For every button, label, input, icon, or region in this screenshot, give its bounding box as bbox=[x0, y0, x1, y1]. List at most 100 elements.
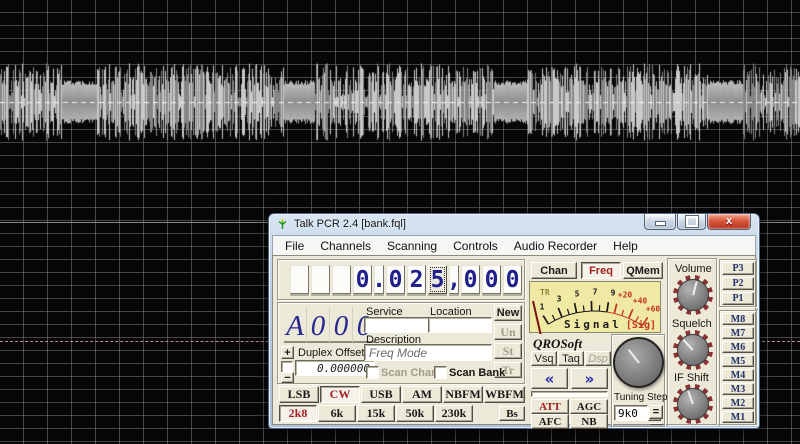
if-shift-label: IF Shift bbox=[674, 372, 709, 384]
att-toggle[interactable]: ATT bbox=[531, 399, 569, 414]
app-window: Talk PCR 2.4 [bank.fql] x File Channels … bbox=[268, 213, 760, 429]
location-input[interactable] bbox=[428, 317, 492, 333]
meter-tick-label: 7 bbox=[592, 287, 598, 297]
menu-item-channels[interactable]: Channels bbox=[312, 237, 379, 255]
duplex-plus-button[interactable]: + bbox=[281, 346, 294, 359]
channel-char: 0 bbox=[307, 307, 330, 343]
agc-toggle[interactable]: AGC bbox=[570, 399, 608, 414]
menu-item-audio-recorder[interactable]: Audio Recorder bbox=[506, 237, 605, 255]
tuning-step-select[interactable]: 9k0 bbox=[614, 405, 648, 421]
vsq-button[interactable]: Vsq bbox=[531, 351, 557, 366]
st-button[interactable]: St bbox=[494, 343, 522, 359]
menu-bar: File Channels Scanning Controls Audio Re… bbox=[272, 235, 756, 256]
p1-button[interactable]: P1 bbox=[722, 292, 754, 305]
freq-digit-cell[interactable] bbox=[290, 265, 309, 294]
mode-cw-button[interactable]: CW bbox=[320, 386, 360, 403]
waveform bbox=[0, 57, 800, 149]
p3-button[interactable]: P3 bbox=[722, 262, 754, 275]
tuning-step-label: Tuning Step bbox=[614, 392, 668, 403]
m5-button[interactable]: M5 bbox=[722, 355, 754, 367]
freq-digit-cell[interactable] bbox=[332, 265, 351, 294]
app-icon bbox=[278, 218, 287, 229]
freq-digit-cell[interactable]: 0 bbox=[461, 265, 480, 294]
meter-tick-label: +20 bbox=[617, 290, 633, 300]
scan-chan-label: Scan Chan bbox=[381, 367, 438, 379]
double-chevron-left-icon: « bbox=[544, 369, 555, 388]
close-button[interactable]: x bbox=[707, 214, 751, 230]
scan-bank-checkbox[interactable] bbox=[434, 366, 447, 379]
meter-tick-label: +60 bbox=[645, 304, 661, 314]
duplex-offset-label: Duplex Offset bbox=[298, 347, 365, 359]
channel-char: 0 bbox=[330, 307, 353, 343]
p2-button[interactable]: P2 bbox=[722, 277, 754, 290]
duplex-offset-input[interactable]: 0.000000 bbox=[295, 360, 375, 376]
m3-button[interactable]: M3 bbox=[722, 383, 754, 395]
menu-item-file[interactable]: File bbox=[277, 237, 312, 255]
dsp-button[interactable]: Dsp bbox=[585, 351, 611, 366]
squelch-knob[interactable] bbox=[673, 330, 713, 370]
filter-230k-button[interactable]: 230k bbox=[435, 405, 473, 422]
freq-separator-cell: . bbox=[372, 265, 386, 294]
minimize-button[interactable] bbox=[644, 214, 676, 230]
double-chevron-right-icon: » bbox=[584, 369, 595, 388]
frequency-display-panel: 0 . 0 2 5 , 0 0 0 bbox=[277, 259, 525, 300]
tab-chan[interactable]: Chan bbox=[531, 262, 577, 279]
new-button[interactable]: New bbox=[494, 305, 522, 321]
mode-nbfm-button[interactable]: NBFM bbox=[443, 386, 483, 403]
taq-button[interactable]: Taq bbox=[558, 351, 584, 366]
meter-corner-label: TR bbox=[540, 288, 550, 297]
maximize-button[interactable] bbox=[677, 214, 706, 230]
mode-lsb-button[interactable]: LSB bbox=[279, 386, 319, 403]
tuning-knob[interactable] bbox=[613, 337, 664, 388]
description-input[interactable]: Freq Mode bbox=[364, 344, 492, 361]
un-button[interactable]: Un bbox=[494, 324, 522, 340]
mode-am-button[interactable]: AM bbox=[402, 386, 442, 403]
volume-knob[interactable] bbox=[673, 275, 713, 315]
m2-button[interactable]: M2 bbox=[722, 397, 754, 409]
m1-button[interactable]: M1 bbox=[722, 411, 754, 423]
brand-logo: QROSoft bbox=[533, 336, 583, 351]
equals-button[interactable]: = bbox=[649, 405, 663, 419]
meter-tick-label: 3 bbox=[556, 294, 562, 304]
close-icon: x bbox=[725, 215, 733, 227]
afc-toggle[interactable]: AFC bbox=[531, 414, 569, 429]
if-shift-knob[interactable] bbox=[673, 384, 713, 424]
freq-digit-cell[interactable] bbox=[311, 265, 330, 294]
meter-title: Signal bbox=[564, 318, 622, 331]
freq-digit-cell[interactable]: 0 bbox=[503, 265, 522, 294]
m4-button[interactable]: M4 bbox=[722, 369, 754, 381]
mode-wbfm-button[interactable]: WBFM bbox=[484, 386, 525, 403]
filter-2k8-button[interactable]: 2k8 bbox=[279, 405, 317, 422]
filter-bs-button[interactable]: Bs bbox=[499, 406, 525, 421]
scan-chan-checkbox[interactable] bbox=[366, 366, 379, 379]
step-down-button[interactable]: « bbox=[531, 368, 568, 389]
meter-mode-tag: [Sig] bbox=[625, 320, 656, 331]
freq-digit-cell[interactable]: 0 bbox=[482, 265, 501, 294]
mode-usb-button[interactable]: USB bbox=[361, 386, 401, 403]
meter-tick-label: 1 bbox=[539, 302, 545, 312]
duplex-minus-button[interactable]: − bbox=[281, 372, 294, 384]
freq-digit-cell[interactable]: 0 bbox=[353, 265, 372, 294]
tab-qmem[interactable]: QMem bbox=[623, 262, 663, 279]
squelch-level-bar bbox=[531, 391, 608, 397]
nb-toggle[interactable]: NB bbox=[570, 414, 608, 429]
step-up-button[interactable]: » bbox=[571, 368, 608, 389]
signal-meter: TR 1 3 5 7 9 +20 +40 +60 Signal [Sig] bbox=[529, 281, 661, 334]
filter-6k-button[interactable]: 6k bbox=[318, 405, 356, 422]
freq-digit-cell-focused[interactable]: 5 bbox=[428, 265, 447, 294]
menu-item-scanning[interactable]: Scanning bbox=[379, 237, 445, 255]
freq-digit-cell[interactable]: 0 bbox=[386, 265, 405, 294]
m7-button[interactable]: M7 bbox=[722, 327, 754, 339]
menu-item-controls[interactable]: Controls bbox=[445, 237, 506, 255]
menu-item-help[interactable]: Help bbox=[605, 237, 646, 255]
freq-digit-cell[interactable]: 2 bbox=[407, 265, 426, 294]
channel-char: A bbox=[284, 307, 307, 343]
filter-15k-button[interactable]: 15k bbox=[357, 405, 395, 422]
tab-freq[interactable]: Freq bbox=[581, 262, 621, 279]
titlebar[interactable]: Talk PCR 2.4 [bank.fql] x bbox=[269, 214, 759, 234]
filter-50k-button[interactable]: 50k bbox=[396, 405, 434, 422]
window-title: Talk PCR 2.4 [bank.fql] bbox=[294, 218, 406, 230]
minimize-icon bbox=[654, 221, 666, 226]
m6-button[interactable]: M6 bbox=[722, 341, 754, 353]
m8-button[interactable]: M8 bbox=[722, 313, 754, 325]
